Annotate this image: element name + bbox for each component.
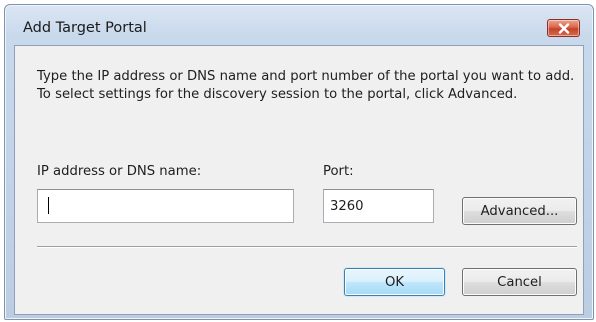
- window-title: Add Target Portal: [23, 20, 147, 36]
- dialog-window: Add Target Portal Type the IP address or…: [4, 4, 594, 320]
- cancel-button[interactable]: Cancel: [462, 268, 577, 296]
- instructions-text: Type the IP address or DNS name and port…: [37, 69, 575, 102]
- ip-address-label: IP address or DNS name:: [37, 164, 202, 179]
- close-button[interactable]: [547, 19, 580, 37]
- advanced-button[interactable]: Advanced...: [462, 197, 577, 225]
- title-bar[interactable]: Add Target Portal: [5, 5, 593, 45]
- ok-button[interactable]: OK: [344, 268, 445, 296]
- port-label: Port:: [323, 164, 354, 179]
- close-icon: [558, 22, 569, 34]
- port-input[interactable]: [323, 189, 434, 223]
- ip-address-input[interactable]: [37, 189, 294, 223]
- separator: [37, 246, 577, 248]
- text-caret: [48, 197, 49, 214]
- dialog-body: Type the IP address or DNS name and port…: [14, 45, 584, 315]
